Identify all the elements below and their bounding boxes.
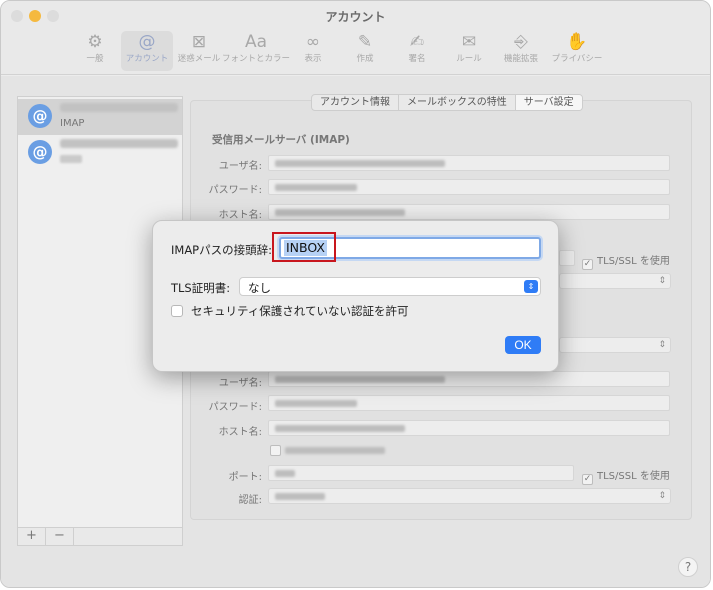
incoming-host-label: ホスト名: xyxy=(218,210,262,221)
incoming-password-label: パスワード: xyxy=(208,185,262,196)
outgoing-password-field[interactable] xyxy=(268,395,670,411)
imap-prefix-label: IMAPパスの接頭辞: xyxy=(171,243,272,257)
chevron-updown-icon: ⇕ xyxy=(658,340,666,350)
at-icon: @ xyxy=(28,104,52,128)
extension-icon: ⎆ xyxy=(514,32,528,52)
rules-icon: ✉ xyxy=(461,32,477,52)
incoming-server-title: 受信用メールサーバ (IMAP) xyxy=(212,134,350,146)
toolbar-signatures[interactable]: ✍ 署名 xyxy=(391,31,443,71)
outgoing-host-field[interactable] xyxy=(268,420,670,436)
outgoing-tls-checkbox[interactable]: ✓ TLS/SSL を使用 xyxy=(582,467,670,485)
checkmark-icon: ✓ xyxy=(582,474,593,485)
tab-account-info[interactable]: アカウント情報 xyxy=(312,95,399,110)
outgoing-host-label: ホスト名: xyxy=(218,427,262,438)
outgoing-port-label: ポート: xyxy=(228,472,262,483)
incoming-password-field[interactable] xyxy=(268,179,670,195)
account-name-redacted xyxy=(60,103,178,112)
toolbar-rules[interactable]: ✉ ルール xyxy=(443,31,495,71)
account-list-footer: + − xyxy=(17,527,183,546)
incoming-username-field[interactable] xyxy=(268,155,670,171)
account-type-redacted xyxy=(60,155,82,163)
toolbar-viewing[interactable]: ∞ 表示 xyxy=(287,31,339,71)
at-icon: @ xyxy=(28,140,52,164)
tls-cert-label: TLS証明書: xyxy=(171,281,231,295)
account-type-label: IMAP xyxy=(60,118,85,129)
outgoing-username-label: ユーザ名: xyxy=(218,378,262,389)
toolbar-accounts[interactable]: @ アカウント xyxy=(121,31,173,71)
title-bar: アカウント ⚙ 一般 @ アカウント ⊠ 迷惑メール Aa フォントとカラー ∞… xyxy=(1,1,710,75)
toolbar-general[interactable]: ⚙ 一般 xyxy=(69,31,121,71)
outgoing-username-field[interactable] xyxy=(268,371,670,387)
outgoing-password-label: パスワード: xyxy=(208,402,262,413)
glasses-icon: ∞ xyxy=(305,32,321,52)
account-tabs: アカウント情報 メールボックスの特性 サーバ設定 xyxy=(311,94,583,111)
tab-mailbox-behaviors[interactable]: メールボックスの特性 xyxy=(399,95,516,110)
checkmark-icon: ✓ xyxy=(582,259,593,270)
outgoing-auth-select[interactable]: ⇕ xyxy=(268,488,671,504)
insecure-auth-label: セキュリティ保護されていない認証を許可 xyxy=(191,304,409,318)
checkbox-icon xyxy=(270,445,281,456)
toolbar-composing[interactable]: ✎ 作成 xyxy=(339,31,391,71)
hand-icon: ✋ xyxy=(566,32,588,52)
window-title: アカウント xyxy=(325,10,386,24)
add-account-button[interactable]: + xyxy=(18,528,46,545)
ok-button[interactable]: OK xyxy=(505,336,541,354)
chevron-updown-icon: ⇕ xyxy=(524,280,538,293)
insecure-auth-checkbox[interactable] xyxy=(171,305,183,317)
toolbar-fonts-colors[interactable]: Aa フォントとカラー xyxy=(222,31,290,71)
incoming-username-label: ユーザ名: xyxy=(218,161,262,172)
signature-icon: ✍ xyxy=(409,32,425,52)
chevron-updown-icon: ⇕ xyxy=(658,276,666,286)
incoming-tls-checkbox[interactable]: ✓ TLS/SSL を使用 xyxy=(582,252,670,270)
at-icon: @ xyxy=(138,32,156,52)
remove-account-button[interactable]: − xyxy=(46,528,74,545)
tab-server-settings[interactable]: サーバ設定 xyxy=(515,95,582,110)
toolbar-extensions[interactable]: ⎆ 機能拡張 xyxy=(495,31,547,71)
annotation-highlight-box xyxy=(272,232,336,262)
outgoing-port-field[interactable] xyxy=(268,465,574,481)
font-icon: Aa xyxy=(244,32,268,52)
account-name-redacted xyxy=(60,139,178,148)
tls-cert-value: なし xyxy=(248,281,271,295)
toolbar-junk-mail[interactable]: ⊠ 迷惑メール xyxy=(173,31,225,71)
outgoing-auth-label: 認証: xyxy=(238,495,262,506)
incoming-auth-select[interactable]: ⇕ xyxy=(559,273,671,289)
preferences-toolbar: ⚙ 一般 @ アカウント ⊠ 迷惑メール Aa フォントとカラー ∞ 表示 ✎ … xyxy=(69,31,607,71)
list-item-account-2[interactable]: @ xyxy=(18,135,182,171)
outgoing-auto-manage-checkbox[interactable] xyxy=(270,445,385,457)
outgoing-account-select[interactable]: ⇕ xyxy=(559,337,671,353)
tls-cert-select[interactable]: なし ⇕ xyxy=(239,277,541,296)
compose-icon: ✎ xyxy=(357,32,373,52)
toolbar-privacy[interactable]: ✋ プライバシー xyxy=(547,31,607,71)
junk-icon: ⊠ xyxy=(191,32,207,52)
incoming-port-field[interactable] xyxy=(559,250,575,266)
chevron-updown-icon: ⇕ xyxy=(658,491,666,501)
imap-advanced-dialog: IMAPパスの接頭辞: INBOX TLS証明書: なし ⇕ セキュリティ保護さ… xyxy=(152,220,559,372)
incoming-host-field[interactable] xyxy=(268,204,670,220)
help-button[interactable]: ? xyxy=(678,557,698,577)
list-item-account-1[interactable]: @ IMAP xyxy=(18,99,182,135)
gear-icon: ⚙ xyxy=(87,32,103,52)
